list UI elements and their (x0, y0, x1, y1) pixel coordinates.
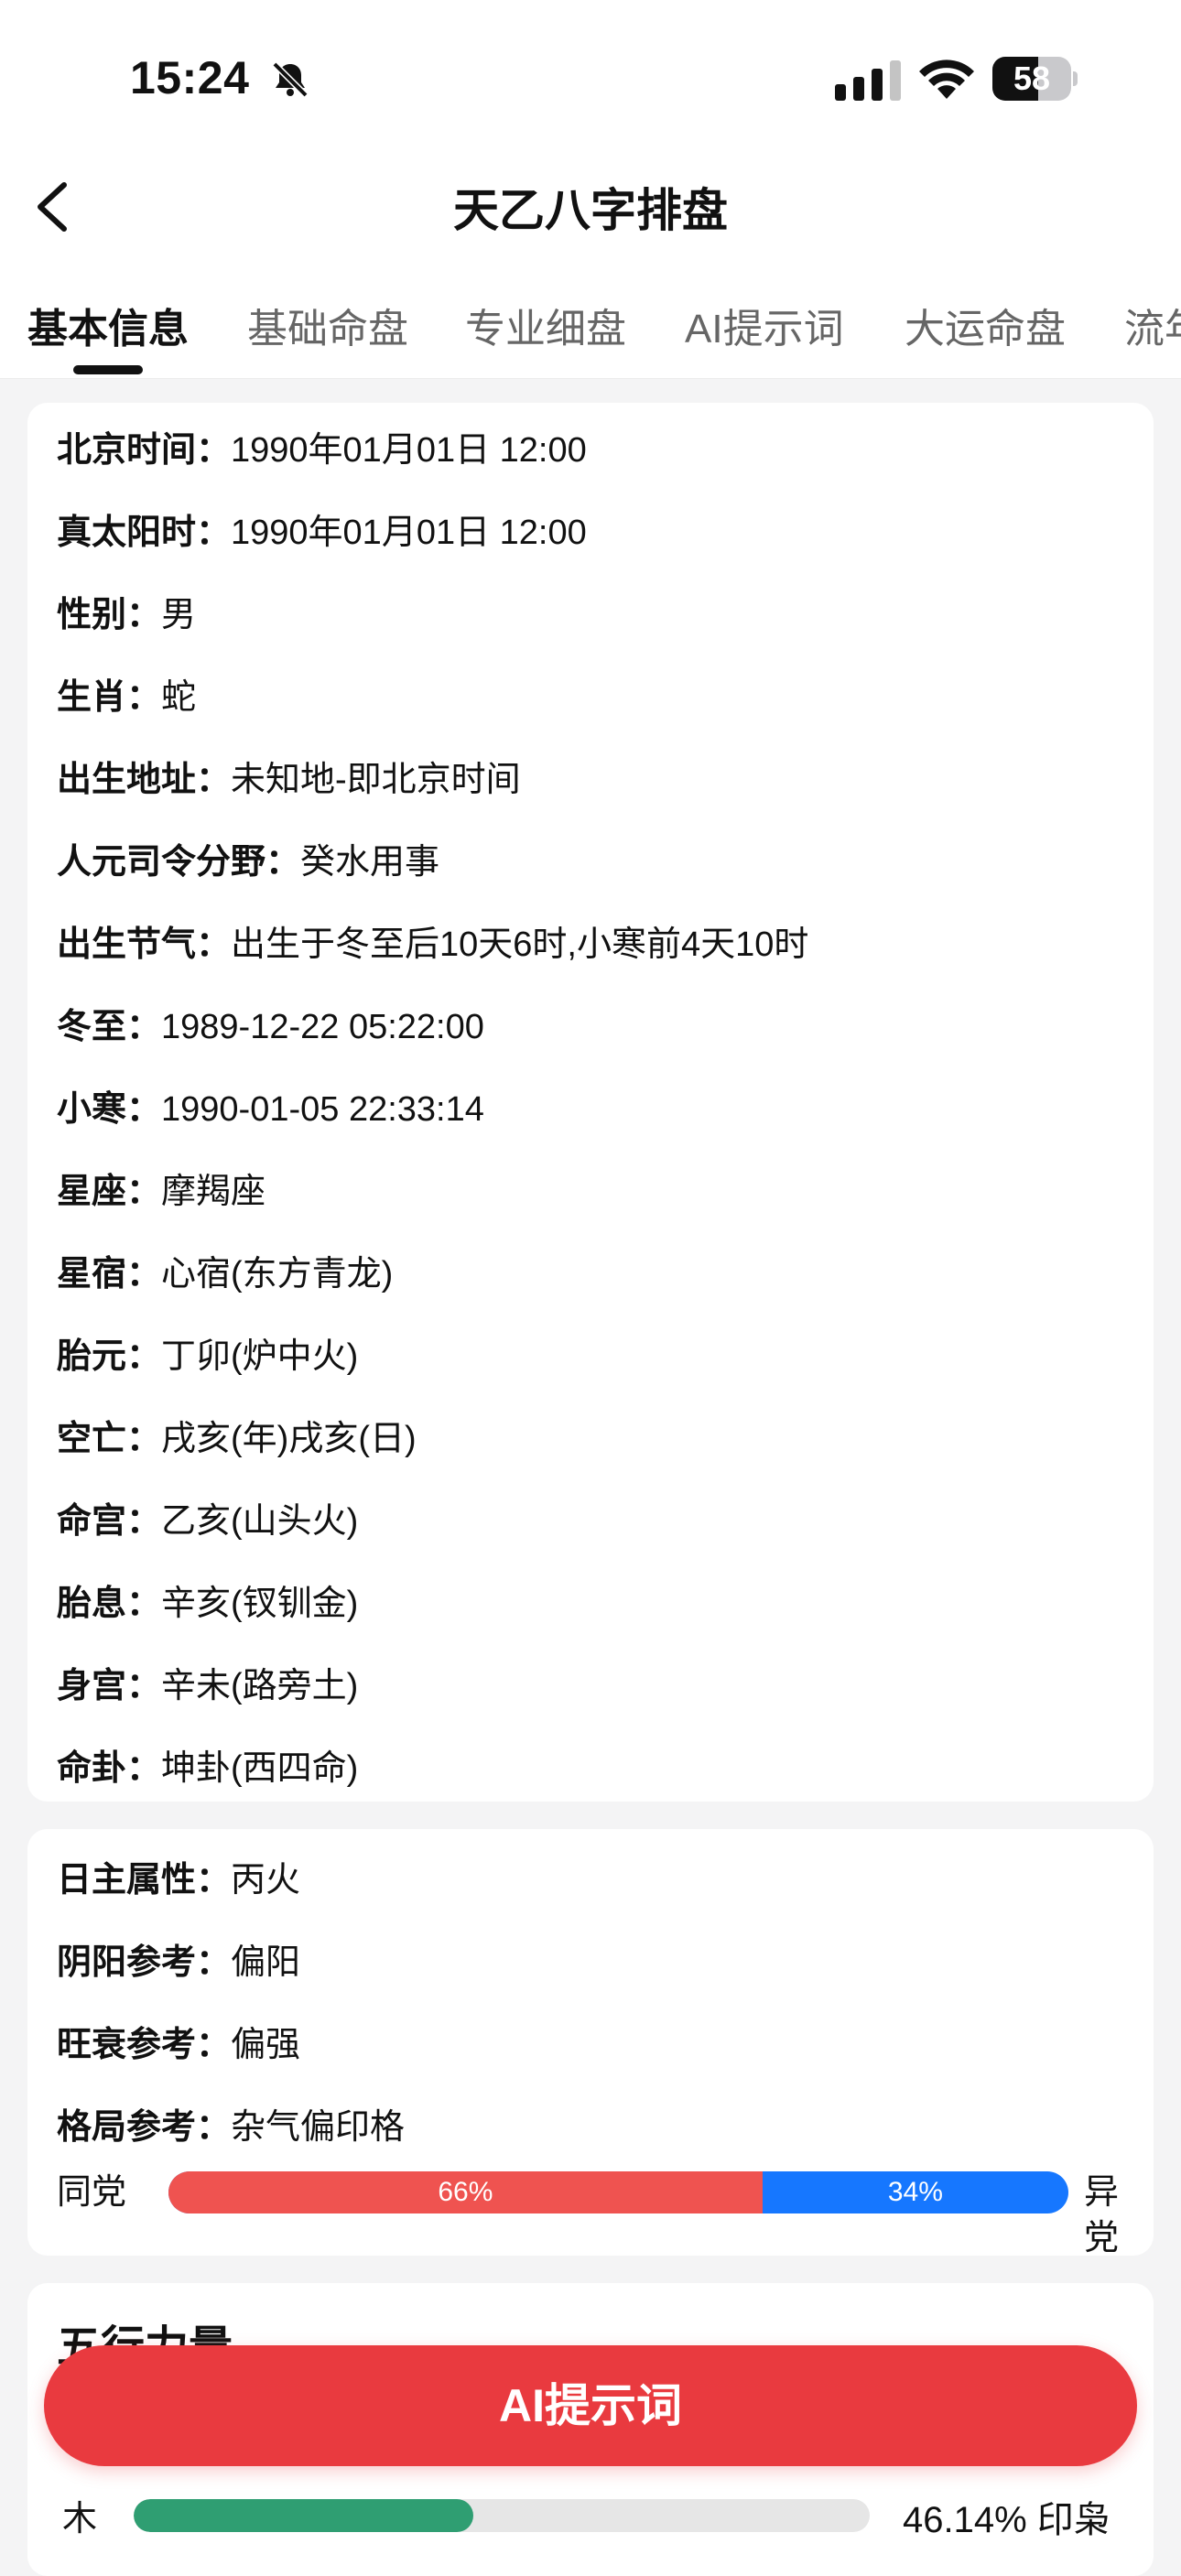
day-master-row: 日主属性：丙火 (57, 1861, 301, 1900)
info-row: 身宫：辛未(路旁土) (57, 1667, 359, 1705)
status-bar: 15:24 58 (0, 0, 1181, 156)
page-title: 天乙八字排盘 (453, 185, 728, 236)
info-row: 星座：摩羯座 (57, 1173, 266, 1211)
tab-dayun-chart[interactable]: 大运命盘 (905, 296, 1066, 354)
same-party-percent: 66% (438, 2177, 493, 2207)
ai-prompt-button[interactable]: AI提示词 (44, 2345, 1137, 2466)
wuxing-name: 木 (62, 2500, 98, 2538)
info-row: 胎息：辛亥(钗钏金) (57, 1585, 359, 1623)
info-row: 命宫：乙亥(山头火) (57, 1502, 359, 1541)
info-row: 命卦：坤卦(西四命) (57, 1749, 359, 1788)
info-row: 冬至：1989-12-22 05:22:00 (57, 1008, 484, 1046)
other-party-label: 异党 (1084, 2173, 1120, 2257)
wuxing-value: 46.14% 印枭 (903, 2500, 1111, 2540)
tab-active-indicator (73, 365, 143, 374)
day-master-row: 旺衰参考：偏强 (57, 2026, 301, 2064)
tab-ai-prompt[interactable]: AI提示词 (685, 296, 844, 354)
day-master-card: 日主属性：丙火 阴阳参考：偏阳 旺衰参考：偏强 格局参考：杂气偏印格 同党 66… (27, 1829, 1154, 2257)
info-row: 性别：男 (57, 596, 197, 634)
basic-info-card: 北京时间：1990年01月01日 12:00 真太阳时：1990年01月01日 … (27, 403, 1154, 1802)
bell-muted-icon (272, 61, 309, 98)
tab-basic-chart[interactable]: 基础命盘 (247, 296, 408, 354)
status-time: 15:24 (130, 52, 250, 103)
info-row: 空亡：戌亥(年)戌亥(日) (57, 1420, 417, 1458)
wuxing-fill (134, 2499, 473, 2532)
other-party-percent: 34% (887, 2177, 943, 2207)
battery-percent: 58 (1013, 60, 1051, 97)
info-row: 出生节气：出生于冬至后10天6时,小寒前4天10时 (57, 925, 809, 964)
info-row: 真太阳时：1990年01月01日 12:00 (57, 514, 587, 552)
info-row: 星宿：心宿(东方青龙) (57, 1255, 394, 1293)
day-master-row: 阴阳参考：偏阳 (57, 1943, 301, 1982)
tab-pro-detail[interactable]: 专业细盘 (465, 296, 626, 354)
info-row: 生肖：蛇 (57, 678, 197, 717)
info-row: 胎元：丁卯(炉中火) (57, 1337, 359, 1376)
tab-bar: 基本信息 基础命盘 专业细盘 AI提示词 大运命盘 流年 (0, 261, 1181, 379)
navigation-bar: 天乙八字排盘 (0, 156, 1181, 261)
battery-icon: 58 (992, 57, 1078, 101)
party-bar: 66% 34% (168, 2171, 1068, 2213)
info-row: 小寒：1990-01-05 22:33:14 (57, 1090, 484, 1129)
cellular-signal-icon (835, 60, 901, 101)
info-row: 人元司令分野：癸水用事 (57, 843, 440, 882)
info-row: 北京时间：1990年01月01日 12:00 (57, 431, 587, 470)
info-row: 出生地址：未知地-即北京时间 (57, 761, 521, 799)
same-party-label: 同党 (57, 2173, 127, 2212)
tab-basic-info[interactable]: 基本信息 (27, 296, 189, 354)
party-balance: 同党 66% 34% 异党 (57, 2170, 1128, 2257)
wuxing-row-wood: 木 46.14% 印枭 (0, 2481, 1181, 2545)
day-master-row: 格局参考：杂气偏印格 (57, 2108, 406, 2147)
wuxing-track (134, 2499, 870, 2532)
wifi-icon (919, 60, 974, 99)
tab-liunian[interactable]: 流年 (1124, 296, 1181, 354)
